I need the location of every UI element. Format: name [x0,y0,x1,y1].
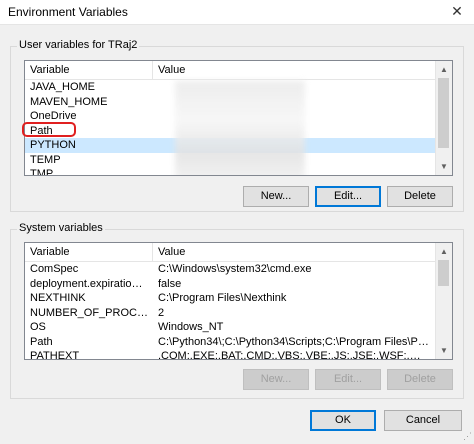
scroll-up-icon[interactable]: ▲ [436,61,452,78]
system-variables-list[interactable]: Variable Value ComSpec C:\Windows\system3… [24,242,453,360]
system-variables-label: System variables [17,222,105,234]
column-header-variable[interactable]: Variable [25,61,153,79]
column-header-value[interactable]: Value [153,61,435,79]
scrollbar-thumb[interactable] [438,78,449,148]
system-var-row-os[interactable]: OS Windows_NT [25,320,435,335]
system-new-button[interactable]: New... [243,369,309,390]
system-list-header: Variable Value [25,243,435,262]
variable-value: C:\Python34\;C:\Python34\Scripts;C:\Prog… [158,335,431,348]
system-list-scrollbar[interactable]: ▲ ▼ [435,243,452,359]
variable-name: NUMBER_OF_PROCESSORS [30,306,148,319]
scroll-down-icon[interactable]: ▼ [436,158,452,175]
scroll-up-icon[interactable]: ▲ [436,243,452,260]
user-list-scrollbar[interactable]: ▲ ▼ [435,61,452,175]
variable-name: NEXTHINK [30,292,86,304]
system-var-row-deployment-expiration[interactable]: deployment.expiration.chec... false [25,277,435,292]
path-highlight-annotation [22,122,76,137]
system-var-row-pathext[interactable]: PATHEXT .COM;.EXE;.BAT;.CMD;.VBS;.VBE;.JS… [25,349,435,360]
variable-name: OS [30,321,46,333]
variable-value: Windows_NT [158,321,224,333]
window-title: Environment Variables [8,5,128,19]
variable-name: JAVA_HOME [30,81,95,93]
system-var-row-path[interactable]: Path C:\Python34\;C:\Python34\Scripts;C:\… [25,335,435,350]
user-list-header: Variable Value [25,61,435,80]
variable-value: 2 [158,306,165,319]
system-edit-button[interactable]: Edit... [315,369,381,390]
variable-name: PATHEXT [30,350,80,360]
variable-name: Path [30,335,53,348]
scroll-down-icon[interactable]: ▼ [436,342,452,359]
variable-value: C:\Windows\system32\cmd.exe [158,263,312,275]
variable-name: deployment.expiration.chec... [30,277,148,290]
variable-name: TMP [30,168,54,176]
user-edit-button[interactable]: Edit... [315,186,381,207]
user-delete-button[interactable]: Delete [387,186,453,207]
user-variables-list[interactable]: Variable Value JAVA_HOME MAVEN_HOME OneD… [24,60,453,176]
variable-name: PYTHON [30,139,76,151]
variable-value: .COM;.EXE;.BAT;.CMD;.VBS;.VBE;.JS;.JSE;.… [158,350,431,360]
user-new-button[interactable]: New... [243,186,309,207]
ok-button[interactable]: OK [310,410,376,431]
system-var-row-comspec[interactable]: ComSpec C:\Windows\system32\cmd.exe [25,262,435,277]
resize-grip-icon[interactable]: ⋰ [463,431,472,442]
redacted-values-blur [175,81,305,175]
variable-value: false [158,277,182,290]
variable-name: TEMP [30,153,61,166]
column-header-value[interactable]: Value [153,243,435,261]
scrollbar-thumb[interactable] [438,260,449,286]
cancel-button[interactable]: Cancel [384,410,462,431]
system-var-row-nexthink[interactable]: NEXTHINK C:\Program Files\Nexthink [25,291,435,306]
variable-value: C:\Program Files\Nexthink [158,292,287,304]
system-variables-rows: ComSpec C:\Windows\system32\cmd.exe deplo… [25,262,435,360]
close-icon[interactable]: ✕ [440,0,474,24]
system-delete-button[interactable]: Delete [387,369,453,390]
system-var-row-number-of-processors[interactable]: NUMBER_OF_PROCESSORS 2 [25,306,435,321]
column-header-variable[interactable]: Variable [25,243,153,261]
user-variables-label: User variables for TRaj2 [17,39,140,51]
variable-name: ComSpec [30,263,79,275]
variable-name: MAVEN_HOME [30,95,108,108]
title-bar: Environment Variables ✕ [0,0,474,25]
